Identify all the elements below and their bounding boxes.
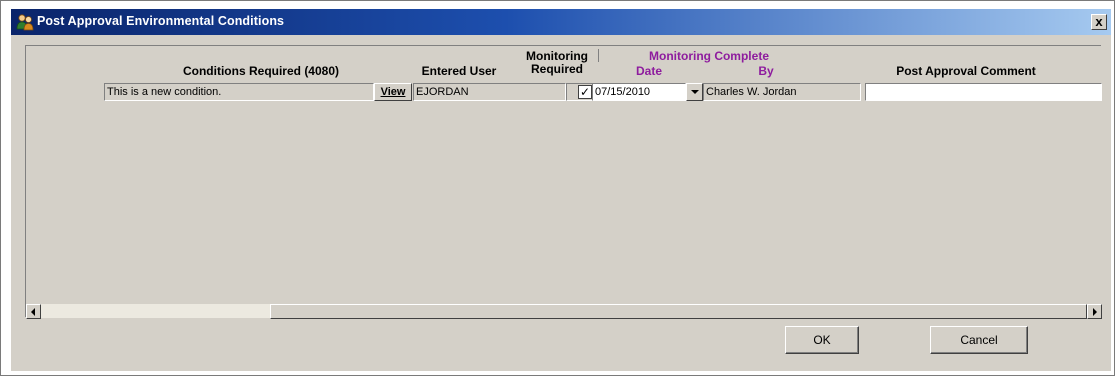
table-row: This is a new condition. View EJORDAN ✓ … (26, 83, 1102, 101)
title-bar[interactable]: Post Approval Environmental Conditions x (11, 9, 1111, 35)
header-monitoring-complete: Monitoring Complete (649, 49, 769, 63)
dialog-body: Conditions Required (4080) Entered User … (11, 35, 1111, 371)
monitoring-required-checkbox[interactable]: ✓ (578, 85, 592, 99)
people-icon (16, 14, 34, 31)
scroll-left-button[interactable] (26, 304, 41, 319)
header-by: By (758, 64, 774, 78)
close-button[interactable]: x (1091, 14, 1107, 30)
column-divider (598, 49, 599, 62)
date-dropdown-button[interactable] (686, 83, 703, 101)
header-entered-user: Entered User (421, 64, 497, 78)
conditions-grid: Conditions Required (4080) Entered User … (25, 45, 1102, 319)
condition-cell[interactable]: This is a new condition. (104, 83, 374, 101)
view-button-label: View (380, 86, 406, 98)
header-conditions-required: Conditions Required (4080) (182, 64, 340, 78)
dialog-window: Post Approval Environmental Conditions x… (0, 0, 1115, 376)
scrollbar-track-thumb[interactable] (270, 304, 1087, 319)
header-date: Date (635, 64, 662, 78)
cancel-button[interactable]: Cancel (930, 326, 1028, 354)
header-monitoring-required-line1: Monitoring (526, 49, 588, 63)
header-monitoring-required-line2: Required (530, 62, 583, 76)
entered-user-cell[interactable]: EJORDAN (413, 83, 566, 101)
scroll-right-button[interactable] (1087, 304, 1102, 319)
date-input[interactable]: 07/15/2010 (592, 83, 686, 101)
ok-button[interactable]: OK (785, 326, 859, 354)
header-post-approval-comment: Post Approval Comment (896, 64, 1036, 78)
horizontal-scrollbar[interactable] (26, 303, 1102, 319)
post-approval-comment-input[interactable] (865, 83, 1102, 101)
view-button[interactable]: View (374, 83, 412, 101)
monitoring-by-cell[interactable]: Charles W. Jordan (703, 83, 861, 101)
window-title: Post Approval Environmental Conditions (37, 14, 285, 28)
